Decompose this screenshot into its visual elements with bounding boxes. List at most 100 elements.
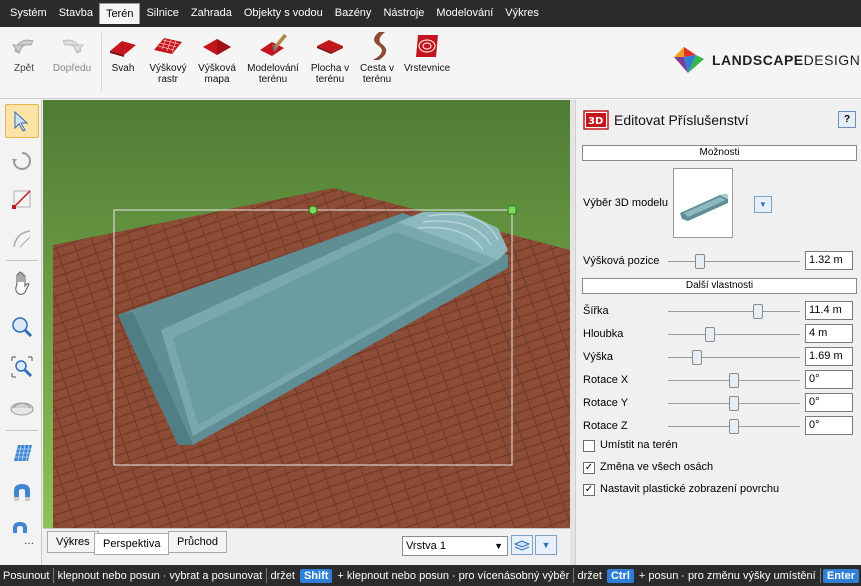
height-position-track[interactable] [668, 261, 800, 262]
status-hold: držet [270, 569, 295, 582]
property-value-rotation-x[interactable]: 0° [805, 370, 853, 389]
zoom-extent-tool[interactable] [5, 350, 39, 384]
height-map-label-2: mapa [204, 74, 230, 85]
ribbon-separator [101, 33, 102, 91]
redo-label: Dopředu [52, 63, 92, 74]
height-raster-button[interactable]: Výškový rastr [146, 31, 190, 85]
magnet-icon [14, 484, 30, 501]
snap-options-tool[interactable]: … [5, 516, 39, 550]
property-slider-rotation-x[interactable] [729, 373, 739, 388]
snap-tool[interactable] [5, 476, 39, 510]
property-track-depth[interactable] [668, 334, 800, 335]
tab-pruchod[interactable]: Průchod [168, 531, 227, 553]
tab-perspektiva[interactable]: Perspektiva [94, 533, 170, 555]
rotate-handle[interactable] [308, 205, 318, 215]
property-value-rotation-z[interactable]: 0° [805, 416, 853, 435]
redo-button[interactable]: Dopředu [48, 31, 96, 74]
height-position-label: Výšková pozice [583, 255, 660, 267]
contours-icon [401, 31, 453, 61]
model-thumbnail[interactable] [673, 168, 733, 238]
status-bar: Posunout klepnout nebo posun vybrat a po… [0, 565, 861, 586]
status-multi-select: pro vícenásobný výběr [458, 569, 570, 582]
orbit-icon [10, 402, 34, 416]
layer-dropdown[interactable]: Vrstva 1 ▼ [402, 536, 508, 556]
rotate-icon [12, 152, 31, 170]
checkbox-place-on-terrain-label: Umístit na terén [600, 439, 678, 451]
scale-tool[interactable] [5, 182, 39, 216]
terrain-path-button[interactable]: Cesta v terénu [357, 31, 397, 85]
menu-stavba[interactable]: Stavba [53, 3, 99, 24]
property-track-height[interactable] [668, 357, 800, 358]
checkbox-place-on-terrain[interactable] [583, 440, 595, 452]
zoom-tool[interactable] [5, 310, 39, 344]
undo-button[interactable]: Zpět [6, 31, 42, 74]
height-map-label-1: Výšková [198, 63, 236, 74]
property-label-rotation-y: Rotace Y [583, 397, 629, 409]
model-dropdown-button[interactable]: ▼ [754, 196, 772, 213]
3d-book-icon: 3D [583, 110, 609, 130]
property-value-height[interactable]: 1.69 m [805, 347, 853, 366]
property-track-width[interactable] [668, 311, 800, 312]
arrow-cursor-icon [14, 110, 29, 132]
enter-key-badge: Enter [822, 568, 859, 583]
menu-objekty-s-vodou[interactable]: Objekty s vodou [238, 3, 329, 24]
menu-zahrada[interactable]: Zahrada [185, 3, 238, 24]
layers-icon [514, 540, 530, 551]
panel-header: 3D Editovat Příslušenství ? [576, 100, 861, 138]
pan-tool[interactable] [5, 266, 39, 300]
menu-bazeny[interactable]: Bazény [329, 3, 378, 24]
app-logo: LANDSCAPEDESIGNER [672, 45, 861, 75]
property-slider-rotation-z[interactable] [729, 419, 739, 434]
height-map-icon [196, 31, 238, 61]
property-slider-height[interactable] [692, 350, 702, 365]
tab-vykres[interactable]: Výkres [47, 531, 99, 553]
layer-value: Vrstva 1 [406, 540, 446, 552]
height-position-value[interactable]: 1.32 m [805, 251, 853, 270]
3d-viewport[interactable] [43, 100, 570, 528]
property-value-width[interactable]: 11.4 m [805, 301, 853, 320]
chevron-down-icon: ▼ [494, 541, 503, 551]
property-slider-depth[interactable] [705, 327, 715, 342]
property-label-width: Šířka [583, 305, 609, 317]
orbit-tool[interactable] [5, 390, 39, 424]
slope-button[interactable]: Svah [106, 31, 140, 74]
height-position-slider[interactable] [695, 254, 705, 269]
select-tool[interactable] [5, 104, 39, 138]
property-slider-rotation-y[interactable] [729, 396, 739, 411]
tool-strip: … [0, 100, 42, 565]
shift-key-badge: Shift [299, 568, 333, 583]
layer-menu-button[interactable]: ▼ [535, 535, 557, 555]
layers-button[interactable] [511, 535, 533, 555]
menu-nastroje[interactable]: Nástroje [377, 3, 430, 24]
terrain-modeling-button[interactable]: Modelování terénu [244, 31, 302, 85]
status-hold-2: držet [577, 569, 602, 582]
menu-modelovani[interactable]: Modelování [430, 3, 499, 24]
menu-system[interactable]: Systém [4, 3, 53, 24]
checkbox-plastic-surface[interactable]: ✓ [583, 484, 595, 496]
property-slider-width[interactable] [753, 304, 763, 319]
height-raster-label-2: rastr [158, 74, 178, 85]
chevron-down-icon: ▼ [541, 540, 551, 550]
property-value-rotation-y[interactable]: 0° [805, 393, 853, 412]
height-map-button[interactable]: Výšková mapa [196, 31, 238, 85]
property-value-depth[interactable]: 4 m [805, 324, 853, 343]
contours-button[interactable]: Vrstevnice [401, 31, 453, 74]
undo-icon [6, 31, 42, 61]
resize-handle[interactable] [507, 205, 517, 215]
help-button[interactable]: ? [838, 111, 856, 128]
grid-tool[interactable] [5, 436, 39, 470]
bend-tool[interactable] [5, 222, 39, 256]
property-label-rotation-z: Rotace Z [583, 420, 628, 432]
menu-teren[interactable]: Terén [98, 3, 141, 24]
menu-silnice[interactable]: Silnice [140, 3, 184, 24]
height-raster-icon [146, 31, 190, 61]
logo-icon [674, 47, 704, 73]
trowel-icon [244, 31, 302, 61]
rotate-tool[interactable] [5, 144, 39, 178]
terrain-modeling-label-1: Modelování [247, 63, 299, 74]
menu-vykres[interactable]: Výkres [499, 3, 545, 24]
mouse-icon [163, 574, 166, 577]
checkbox-all-axes[interactable]: ✓ [583, 462, 595, 474]
magnet-options-icon: … [13, 522, 34, 546]
terrain-area-button[interactable]: Plocha v terénu [308, 31, 352, 85]
